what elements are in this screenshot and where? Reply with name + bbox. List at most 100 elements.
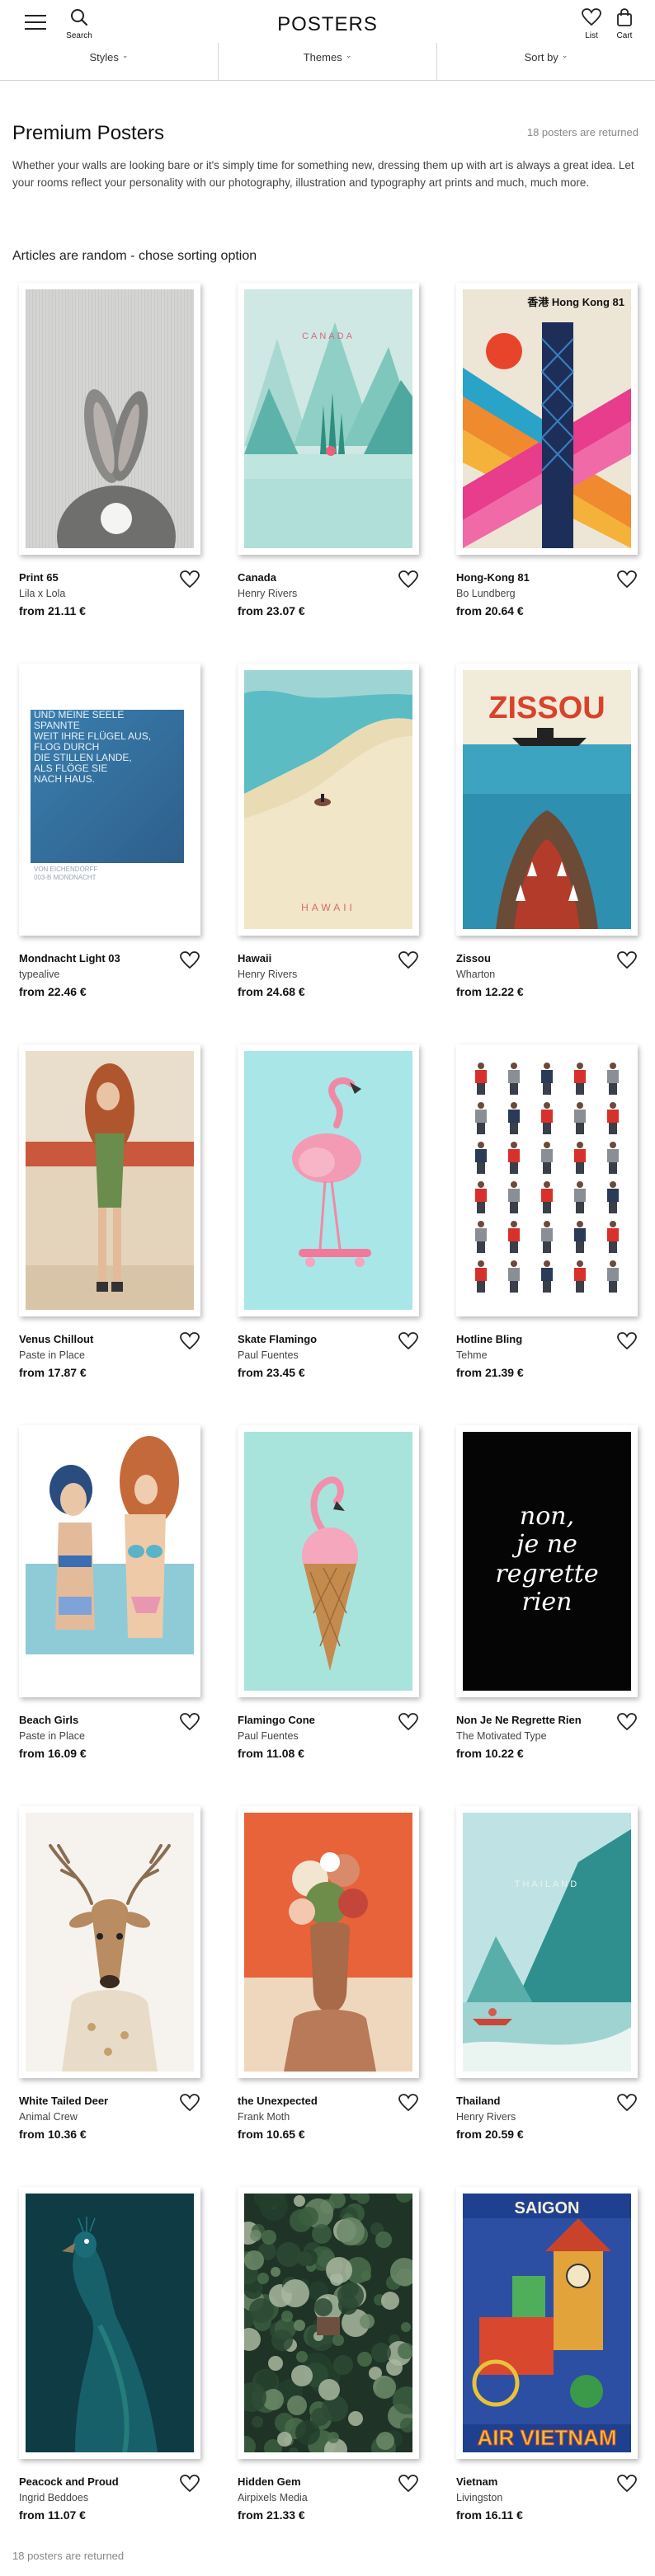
product-title[interactable]: Hidden Gem (238, 2475, 301, 2488)
heart-icon (582, 8, 601, 26)
product-title[interactable]: Print 65 (19, 571, 59, 584)
product-artist: Wharton (456, 969, 496, 980)
product-title[interactable]: Hong-Kong 81 (456, 571, 530, 584)
product-image[interactable]: non, je ne regrette rien (456, 1425, 638, 1697)
product-price: from 11.08 € (238, 1747, 304, 1760)
product-image[interactable]: ZISSOU (456, 664, 638, 936)
poster-artwork (26, 2194, 194, 2452)
product-image[interactable] (238, 1044, 419, 1316)
product-price: from 16.09 € (19, 1747, 87, 1760)
product-title[interactable]: Vietnam (456, 2475, 497, 2488)
poster-text: SPANNTE (34, 720, 80, 731)
product-title[interactable]: Flamingo Cone (238, 1714, 315, 1726)
heart-icon[interactable] (180, 951, 200, 969)
product-image[interactable] (238, 1425, 419, 1697)
heart-icon[interactable] (617, 1713, 637, 1731)
poster-text: 香港 Hong Kong 81 (526, 296, 624, 308)
poster-artwork (244, 1432, 412, 1691)
poster-credit: VON EICHENDORFF (34, 866, 97, 873)
product-price: from 10.22 € (456, 1747, 524, 1760)
product-image[interactable]: CANADA (238, 283, 419, 555)
product-image[interactable] (19, 283, 200, 555)
page-title: Premium Posters (12, 122, 165, 144)
logo-container: POSTERS (0, 13, 655, 36)
poster-text: SAIGON (515, 2199, 580, 2217)
heart-icon[interactable] (180, 1332, 200, 1350)
heart-icon[interactable] (617, 2094, 637, 2112)
product-artist: Airpixels Media (238, 2492, 308, 2503)
product-image[interactable] (238, 1806, 419, 2078)
product-title[interactable]: Thailand (456, 2095, 500, 2107)
product-title[interactable]: Non Je Ne Regrette Rien (456, 1714, 582, 1726)
product-price: from 21.33 € (238, 2508, 305, 2522)
product-image[interactable]: SAIGON AIR VIETNAM (456, 2187, 638, 2459)
menu-button[interactable] (25, 15, 46, 31)
product-image[interactable] (19, 1044, 200, 1316)
product-title[interactable]: the Unexpected (238, 2095, 318, 2107)
product-artist: Paste in Place (19, 1349, 85, 1361)
heart-icon[interactable] (617, 1332, 637, 1350)
poster-text: je ne (511, 1530, 577, 1559)
search-button[interactable]: Search (63, 8, 96, 40)
heart-icon[interactable] (398, 1332, 418, 1350)
poster-artwork: UND MEINE SEELE SPANNTE WEIT IHRE FLÜGEL… (26, 670, 194, 929)
heart-icon[interactable] (617, 2475, 637, 2493)
product-title[interactable]: White Tailed Deer (19, 2095, 108, 2107)
heart-icon[interactable] (180, 2094, 200, 2112)
filter-themes[interactable]: Themes ⌄ (219, 43, 437, 81)
list-label: List (585, 31, 598, 40)
product-image[interactable] (19, 1806, 200, 2078)
product-title[interactable]: Mondnacht Light 03 (19, 952, 120, 964)
product-title[interactable]: Canada (238, 571, 276, 584)
product-artist: Animal Crew (19, 2111, 78, 2123)
wishlist-button[interactable]: List (577, 8, 606, 40)
heart-icon[interactable] (398, 2475, 418, 2493)
product-image[interactable] (19, 2187, 200, 2459)
product-price: from 20.64 € (456, 604, 524, 617)
poster-artwork (26, 289, 194, 548)
product-price: from 11.07 € (19, 2508, 86, 2522)
intro-text: Whether your walls are looking bare or i… (12, 159, 634, 189)
sort-note: Articles are random - chose sorting opti… (12, 249, 257, 263)
heart-icon[interactable] (180, 2475, 200, 2493)
heart-icon[interactable] (180, 570, 200, 589)
site-logo[interactable]: POSTERS (277, 13, 378, 35)
filter-styles[interactable]: Styles ⌄ (0, 43, 219, 81)
product-image[interactable]: UND MEINE SEELE SPANNTE WEIT IHRE FLÜGEL… (19, 664, 200, 936)
poster-artwork (244, 1051, 412, 1310)
product-title[interactable]: Hawaii (238, 952, 271, 964)
filter-sort[interactable]: Sort by ⌄ (437, 43, 655, 81)
product-title[interactable]: Zissou (456, 952, 491, 964)
heart-icon[interactable] (180, 1713, 200, 1731)
cart-button[interactable]: Cart (610, 8, 639, 40)
product-artist: Henry Rivers (238, 588, 298, 599)
product-image[interactable] (456, 1044, 638, 1316)
product-image[interactable] (19, 1425, 200, 1697)
product-image[interactable] (238, 2187, 419, 2459)
product-title[interactable]: Hotline Bling (456, 1333, 522, 1345)
product-title[interactable]: Peacock and Proud (19, 2475, 119, 2488)
poster-artwork (26, 1813, 194, 2072)
heart-icon[interactable] (617, 951, 637, 969)
heart-icon[interactable] (398, 1713, 418, 1731)
product-price: from 23.07 € (238, 604, 305, 617)
poster-text: FLOG DURCH (34, 741, 99, 753)
heart-icon[interactable] (398, 2094, 418, 2112)
filter-label: Themes (303, 51, 342, 63)
product-image[interactable]: THAILAND (456, 1806, 638, 2078)
filter-label: Sort by (524, 51, 558, 63)
poster-text: UND MEINE SEELE (34, 709, 124, 720)
product-title[interactable]: Venus Chillout (19, 1333, 93, 1345)
heart-icon[interactable] (398, 570, 418, 589)
heart-icon[interactable] (398, 951, 418, 969)
product-image[interactable]: HAWAII (238, 664, 419, 936)
product-title[interactable]: Beach Girls (19, 1714, 78, 1726)
menu-icon-line (25, 21, 46, 23)
product-title[interactable]: Skate Flamingo (238, 1333, 317, 1345)
poster-artwork (244, 1813, 412, 2072)
poster-text: ALS FLÖGE SIE (34, 762, 107, 774)
filter-label: Styles (89, 51, 119, 63)
product-image[interactable]: 香港 Hong Kong 81 (456, 283, 638, 555)
heart-icon[interactable] (617, 570, 637, 589)
poster-text: ZISSOU (488, 691, 605, 725)
